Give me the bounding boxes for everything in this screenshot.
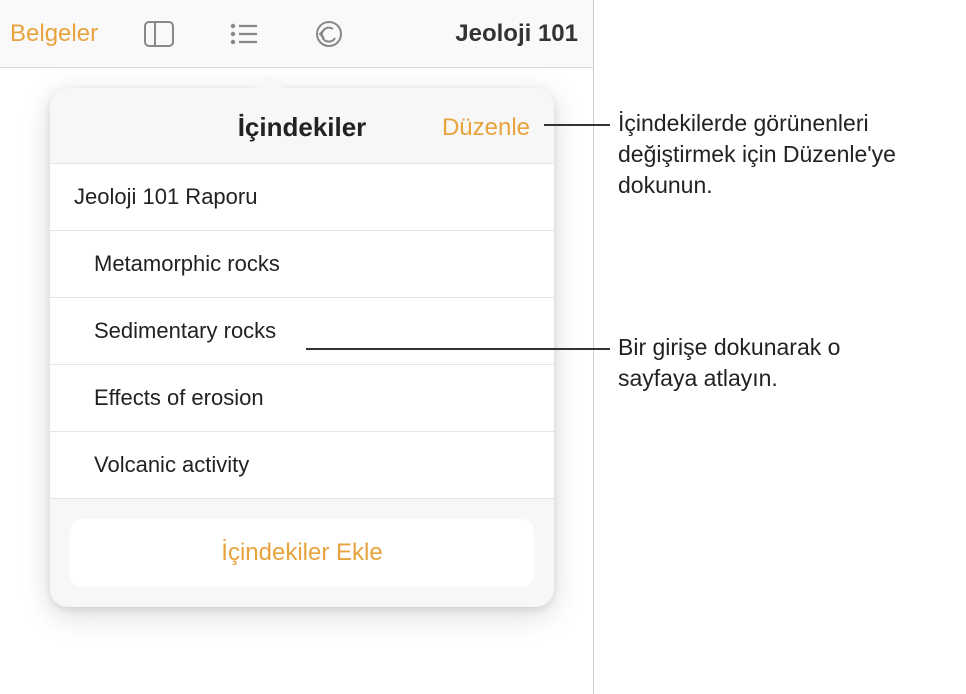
callout-edit: İçindekilerde görünenleri değiştirmek iç… (618, 108, 948, 201)
toc-item[interactable]: Sedimentary rocks (50, 298, 554, 365)
toc-item[interactable]: Effects of erosion (50, 365, 554, 432)
toc-list: Jeoloji 101 Raporu Metamorphic rocks Sed… (50, 163, 554, 499)
toc-item[interactable]: Jeoloji 101 Raporu (50, 163, 554, 231)
edit-button[interactable]: Düzenle (442, 114, 530, 142)
toolbar: Belgeler Jeoloji 101 (0, 0, 594, 68)
panel-toggle-icon[interactable] (144, 21, 174, 47)
callout-line (306, 348, 610, 350)
toc-menu-icon[interactable] (230, 23, 258, 45)
toc-item[interactable]: Metamorphic rocks (50, 231, 554, 298)
callout-entry: Bir girişe dokunarak o sayfaya atlayın. (618, 332, 918, 394)
back-button[interactable]: Belgeler (10, 20, 98, 48)
back-label: Belgeler (10, 20, 98, 48)
popover-title: İçindekiler (238, 112, 367, 143)
popover-header: İçindekiler Düzenle (50, 88, 554, 163)
document-title: Jeoloji 101 (455, 20, 578, 48)
insert-toc-button[interactable]: İçindekiler Ekle (70, 519, 534, 587)
undo-icon[interactable] (314, 19, 344, 49)
app-frame: Belgeler Jeoloji 101 İçindekiler Düzenle… (0, 0, 594, 694)
toc-item[interactable]: Volcanic activity (50, 432, 554, 499)
callout-line (544, 124, 610, 126)
